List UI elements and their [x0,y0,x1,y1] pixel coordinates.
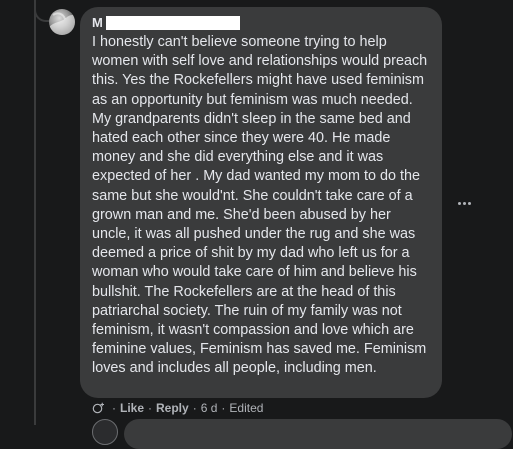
separator: · [192,401,197,415]
reply-avatar [92,419,118,445]
reply-button[interactable]: Reply [156,400,189,416]
more-options-button[interactable] [452,195,476,211]
author-row: M [92,14,430,32]
more-options-icon [457,201,461,205]
comment-text: I honestly can't believe someone trying … [92,34,428,377]
avatar-image [49,12,75,35]
more-options-dot [467,201,471,205]
separator: · [148,401,153,415]
separator: · [112,401,116,415]
thread-line [34,0,36,425]
thread-connector [34,0,50,22]
more-options-dot [462,201,466,205]
comment-bubble: M I honestly can't believe someone tryin… [80,7,442,398]
comment-actions: · Like · Reply · 6 d · Edited [92,400,263,416]
redaction-bar [105,16,240,30]
reply-input[interactable] [124,419,512,449]
author-name[interactable]: M [92,15,103,31]
like-button[interactable]: Like [120,400,144,416]
react-icon[interactable] [92,402,105,415]
avatar[interactable] [49,9,75,35]
timestamp[interactable]: 6 d [201,400,218,416]
separator: · [221,401,226,415]
edited-label[interactable]: Edited [229,400,263,416]
